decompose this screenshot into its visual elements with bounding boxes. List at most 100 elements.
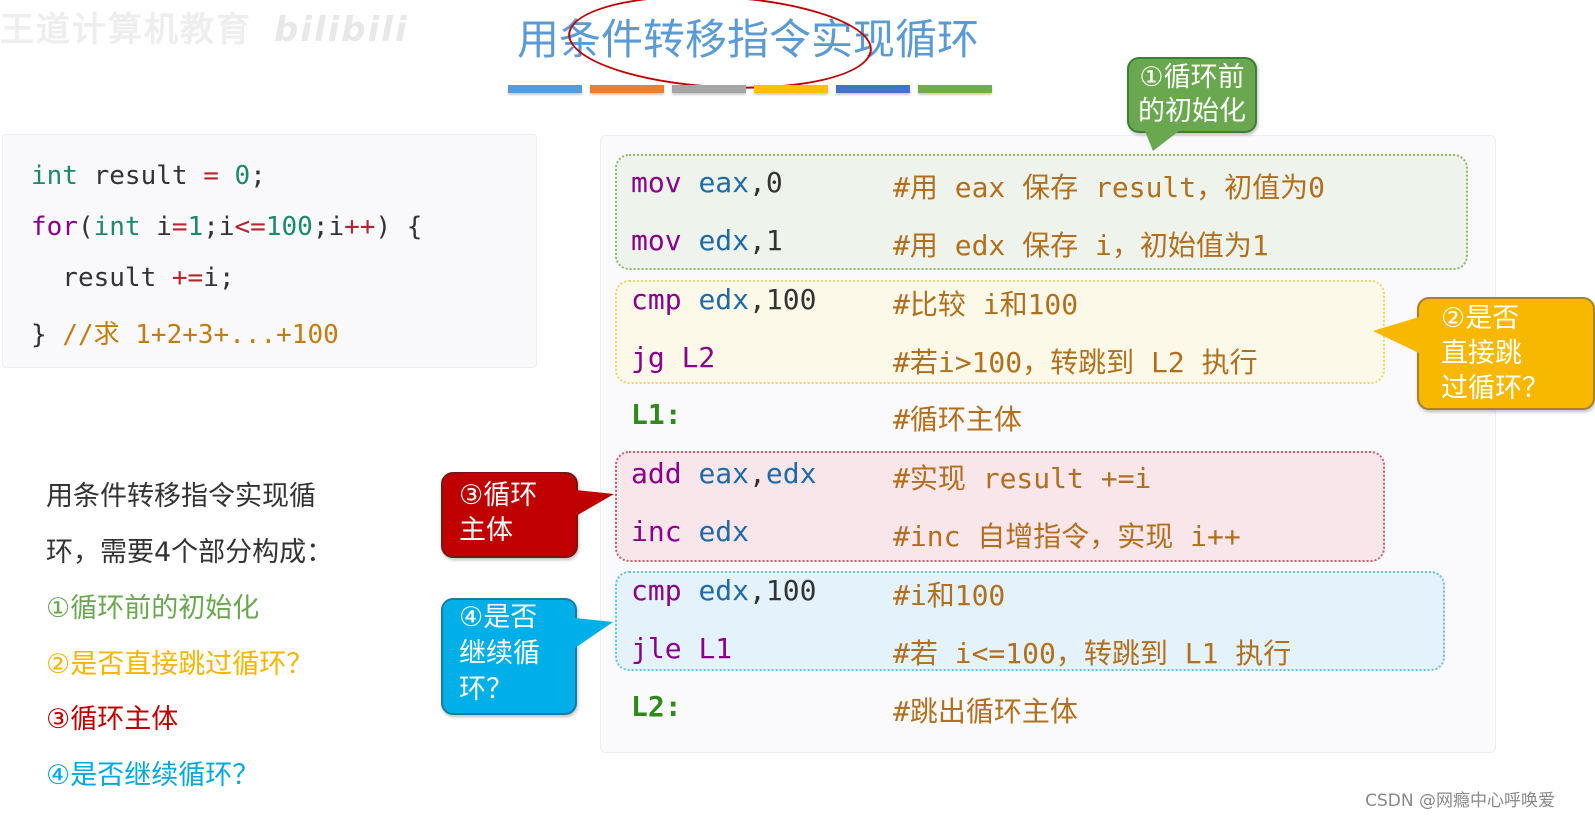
asm-instruction: inc edx <box>631 515 749 548</box>
asm-instruction: jg L2 <box>631 341 715 374</box>
callout-line: ①循环前 <box>1139 62 1245 93</box>
step-skip-check: ②是否直接跳过循环？ <box>46 649 314 680</box>
asm-token <box>682 224 699 257</box>
asm-instruction: jle L1 <box>631 632 732 665</box>
asm-comment: #若 i<=100，转跳到 L1 执行 <box>893 637 1292 670</box>
callout-line: 的初始化 <box>1138 96 1246 127</box>
code-token: i; <box>203 263 235 293</box>
asm-token <box>682 632 699 665</box>
code-token: int <box>93 212 141 242</box>
code-token: <= <box>234 212 266 242</box>
step-continue-check: ④是否继续循环？ <box>46 760 260 791</box>
code-token: 1 <box>187 212 204 242</box>
code-token: ;i <box>203 212 235 242</box>
color-bar <box>836 85 910 93</box>
callout-line: 主体 <box>459 515 513 546</box>
code-line: } //求 1+2+3+...+100 <box>31 314 339 351</box>
asm-token: cmp <box>631 283 682 316</box>
asm-token: edx <box>698 283 750 316</box>
code-token: int <box>31 161 78 191</box>
callout-line: 继续循 <box>459 638 540 669</box>
code-token: } <box>31 320 63 350</box>
description-intro-line2: 环，需要4个部分构成： <box>46 537 334 568</box>
asm-token: edx <box>765 457 817 490</box>
title-color-bars <box>508 85 992 93</box>
asm-token: ,100 <box>749 283 817 316</box>
code-token: for <box>31 212 78 242</box>
callout-pointer <box>575 618 613 648</box>
callout-line: 环？ <box>459 674 513 705</box>
asm-instruction: L2: <box>631 690 682 723</box>
callout-line: ②是否 <box>1441 303 1520 334</box>
asm-token <box>682 166 699 199</box>
callout-pointer <box>1373 317 1419 353</box>
asm-token: eax <box>698 166 750 199</box>
callout-skip-loop: ②是否 直接跳 过循环？ <box>1373 297 1595 410</box>
asm-comment: #实现 result +=i <box>893 462 1152 495</box>
red-annotation-circle <box>565 0 875 96</box>
asm-comment: #i和100 <box>893 579 1006 612</box>
asm-token: edx <box>698 574 750 607</box>
watermark-text: 王道计算机教育 <box>0 10 252 50</box>
callout-loop-body: ③循环 主体 <box>441 472 614 558</box>
step-loop-body: ③循环主体 <box>46 704 179 735</box>
callout-line: ④是否 <box>459 602 538 633</box>
asm-comment: #若i>100，转跳到 L2 执行 <box>893 346 1258 379</box>
asm-token: jg <box>631 341 665 374</box>
footer-credit: CSDN @网瘾中心呼唤爱 <box>1365 791 1555 811</box>
code-token: ( <box>77 212 94 242</box>
asm-instruction: add eax,edx <box>631 457 816 490</box>
asm-token: L2: <box>631 690 682 723</box>
asm-instruction: L1: <box>631 398 682 431</box>
callout-initialization: ①循环前 的初始化 <box>1127 57 1257 151</box>
asm-instruction: cmp edx,100 <box>631 574 816 607</box>
asm-token: L2 <box>681 341 716 374</box>
asm-token: ,100 <box>749 574 817 607</box>
asm-token <box>665 341 682 374</box>
code-token: result <box>31 263 172 293</box>
code-line: for(int i=1;i<=100;i++) { <box>31 212 422 242</box>
code-line: result +=i; <box>31 263 235 293</box>
asm-token: jle <box>631 632 682 665</box>
callout-continue-loop: ④是否 继续循 环？ <box>441 598 613 715</box>
asm-comment: #用 edx 保存 i，初始值为1 <box>893 229 1269 262</box>
code-token: 0 <box>234 161 251 191</box>
asm-token <box>682 574 699 607</box>
asm-comment: #用 eax 保存 result，初值为0 <box>893 171 1326 204</box>
asm-token: mov <box>631 166 682 199</box>
asm-comment: #跳出循环主体 <box>893 695 1078 728</box>
asm-token: inc <box>631 515 682 548</box>
color-bar <box>590 85 664 93</box>
code-token: ++ <box>344 212 376 242</box>
color-bar <box>508 85 582 93</box>
asm-comment: #inc 自增指令，实现 i++ <box>893 520 1241 553</box>
asm-token: cmp <box>631 574 682 607</box>
asm-instruction: mov eax,0 <box>631 166 783 199</box>
code-token: = <box>171 212 188 242</box>
callout-line: 直接跳 <box>1441 338 1522 369</box>
asm-token: edx <box>698 515 750 548</box>
callout-pointer <box>1145 131 1179 151</box>
code-token: ;i <box>312 212 345 242</box>
code-token: ; <box>250 161 266 191</box>
color-bar <box>918 85 992 93</box>
watermark: 王道计算机教育 bilibili <box>0 2 409 51</box>
asm-token <box>682 283 699 316</box>
asm-token: add <box>631 457 682 490</box>
color-bar <box>754 85 828 93</box>
description-intro-line1: 用条件转移指令实现循 <box>46 481 316 512</box>
asm-token: edx <box>698 224 750 257</box>
code-token: 100 <box>265 212 313 242</box>
c-code-block: int result = 0; for(int i=1;i<=100;i++) {… <box>2 134 537 368</box>
step-initialization: ①循环前的初始化 <box>46 593 260 624</box>
code-token: ) { <box>375 212 423 242</box>
asm-instruction: mov edx,1 <box>631 224 783 257</box>
code-token: result <box>77 161 204 191</box>
asm-token <box>682 515 699 548</box>
code-token: += <box>171 263 204 293</box>
asm-token: L1 <box>698 632 733 665</box>
asm-instruction: cmp edx,100 <box>631 283 816 316</box>
asm-token: mov <box>631 224 682 257</box>
asm-token <box>682 457 699 490</box>
